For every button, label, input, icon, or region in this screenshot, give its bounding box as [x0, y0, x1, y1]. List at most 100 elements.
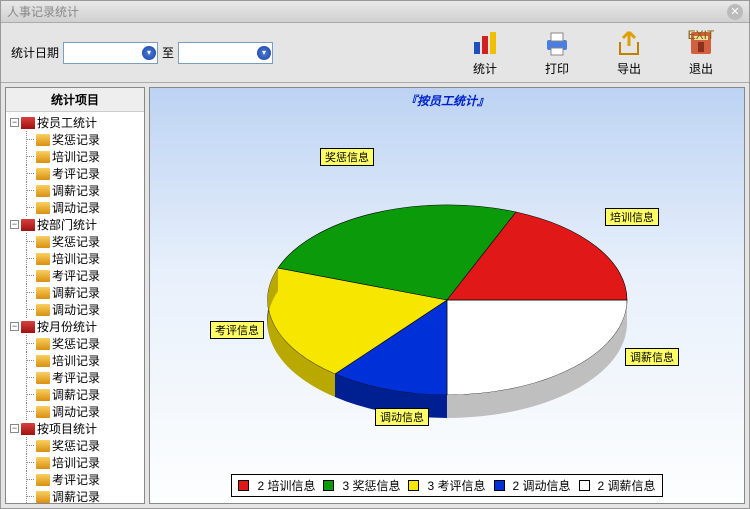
tree-item-label: 考评记录	[52, 165, 100, 182]
folder-icon	[36, 151, 50, 163]
legend-swatch	[494, 480, 505, 491]
tree-group-label: 按部门统计	[37, 216, 97, 233]
to-label: 至	[162, 44, 174, 61]
tree-item-label: 调薪记录	[52, 386, 100, 403]
tree-item[interactable]: 考评记录	[8, 267, 142, 284]
minus-icon[interactable]: −	[10, 322, 19, 331]
tree-item[interactable]: 调动记录	[8, 199, 142, 216]
folder-icon	[36, 355, 50, 367]
tree-connector	[20, 148, 34, 165]
tree-item[interactable]: 考评记录	[8, 165, 142, 182]
exit-caption: 退出	[689, 60, 713, 77]
tree-item-label: 调薪记录	[52, 284, 100, 301]
legend-swatch	[238, 480, 249, 491]
tree-item-label: 考评记录	[52, 267, 100, 284]
chevron-down-icon[interactable]: ▾	[257, 46, 271, 60]
pie-chart	[232, 160, 662, 440]
folder-icon	[36, 185, 50, 197]
minus-icon[interactable]: −	[10, 424, 19, 433]
tree-item-label: 调动记录	[52, 199, 100, 216]
tree-item[interactable]: 调薪记录	[8, 386, 142, 403]
date-range: 统计日期 ▾ 至 ▾	[11, 42, 273, 64]
tree-item[interactable]: 调薪记录	[8, 488, 142, 504]
folder-icon	[36, 287, 50, 299]
export-caption: 导出	[617, 60, 641, 77]
exit-icon: EXIT	[686, 28, 716, 58]
tree-item[interactable]: 培训记录	[8, 148, 142, 165]
tree-item[interactable]: 奖惩记录	[8, 131, 142, 148]
tree-panel: 统计项目 −按员工统计奖惩记录培训记录考评记录调薪记录调动记录−按部门统计奖惩记…	[5, 87, 145, 504]
tree-item[interactable]: 调动记录	[8, 403, 142, 420]
tree-item-label: 考评记录	[52, 369, 100, 386]
tree-item-label: 调动记录	[52, 301, 100, 318]
slice-label-salary: 调薪信息	[625, 348, 679, 366]
exit-button[interactable]: EXIT 退出	[675, 28, 727, 77]
tree-group-label: 按员工统计	[37, 114, 97, 131]
chevron-down-icon[interactable]: ▾	[142, 46, 156, 60]
folder-icon	[36, 168, 50, 180]
date-to-wrap: ▾	[178, 42, 273, 64]
tree-connector	[20, 454, 34, 471]
close-icon[interactable]: ✕	[727, 4, 743, 20]
tree-item-label: 调薪记录	[52, 182, 100, 199]
print-button[interactable]: 打印	[531, 28, 583, 77]
tree-connector	[20, 437, 34, 454]
minus-icon[interactable]: −	[10, 220, 19, 229]
tree-group[interactable]: − 按项目统计	[8, 420, 142, 437]
folder-icon	[36, 491, 50, 503]
tree-item[interactable]: 培训记录	[8, 454, 142, 471]
folder-icon	[36, 338, 50, 350]
tree-connector	[20, 471, 34, 488]
tree-group[interactable]: − 按员工统计	[8, 114, 142, 131]
minus-icon[interactable]: −	[10, 118, 19, 127]
tree-item-label: 奖惩记录	[52, 437, 100, 454]
folder-icon	[36, 134, 50, 146]
tree-item-label: 奖惩记录	[52, 233, 100, 250]
tree-item[interactable]: 奖惩记录	[8, 233, 142, 250]
tree-item-label: 考评记录	[52, 471, 100, 488]
tree-item[interactable]: 培训记录	[8, 352, 142, 369]
folder-open-icon	[21, 219, 35, 231]
tree-item[interactable]: 调薪记录	[8, 182, 142, 199]
tree: −按员工统计奖惩记录培训记录考评记录调薪记录调动记录−按部门统计奖惩记录培训记录…	[6, 112, 144, 504]
tree-group[interactable]: − 按月份统计	[8, 318, 142, 335]
tree-item[interactable]: 调薪记录	[8, 284, 142, 301]
folder-icon	[36, 440, 50, 452]
tree-item[interactable]: 培训记录	[8, 250, 142, 267]
content-area: 统计项目 −按员工统计奖惩记录培训记录考评记录调薪记录调动记录−按部门统计奖惩记…	[1, 83, 749, 508]
tree-item-label: 培训记录	[52, 454, 100, 471]
legend-swatch	[579, 480, 590, 491]
chart-title: 『按员工统计』	[150, 88, 744, 113]
export-button[interactable]: 导出	[603, 28, 655, 77]
tree-item[interactable]: 奖惩记录	[8, 437, 142, 454]
stats-button[interactable]: 统计	[459, 28, 511, 77]
tree-connector	[20, 233, 34, 250]
tree-group-label: 按月份统计	[37, 318, 97, 335]
tree-connector	[20, 199, 34, 216]
tree-item-label: 奖惩记录	[52, 335, 100, 352]
folder-icon	[36, 474, 50, 486]
stats-icon	[470, 28, 500, 58]
tree-connector	[20, 403, 34, 420]
folder-icon	[36, 389, 50, 401]
svg-text:EXIT: EXIT	[688, 28, 715, 42]
legend-entry: 2 培训信息	[257, 477, 315, 494]
tree-item[interactable]: 调动记录	[8, 301, 142, 318]
tree-item[interactable]: 考评记录	[8, 471, 142, 488]
tree-item[interactable]: 考评记录	[8, 369, 142, 386]
tree-item[interactable]: 奖惩记录	[8, 335, 142, 352]
folder-icon	[36, 457, 50, 469]
folder-icon	[36, 270, 50, 282]
tree-item-label: 培训记录	[52, 352, 100, 369]
tree-connector	[20, 488, 34, 504]
tree-group-label: 按项目统计	[37, 420, 97, 437]
chart-panel: 『按员工统计』 培训信息 奖惩信息 考评信息 调动信息 调薪信息 2 培训信息3…	[149, 87, 745, 504]
stats-caption: 统计	[473, 60, 497, 77]
tree-connector	[20, 131, 34, 148]
tree-group[interactable]: − 按部门统计	[8, 216, 142, 233]
folder-open-icon	[21, 117, 35, 129]
folder-icon	[36, 406, 50, 418]
tree-connector	[20, 386, 34, 403]
tree-item-label: 培训记录	[52, 250, 100, 267]
titlebar: 人事记录统计 ✕	[1, 1, 749, 23]
